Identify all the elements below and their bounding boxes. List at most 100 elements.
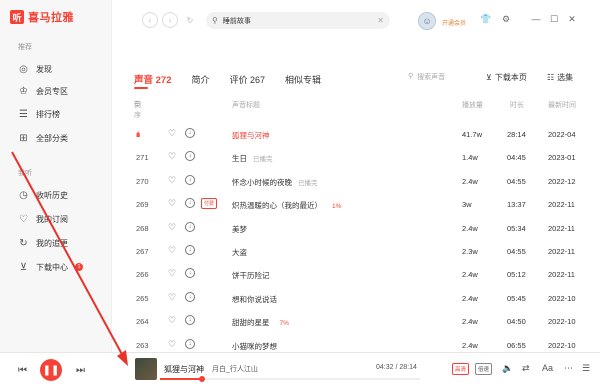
track-duration: 04:55 xyxy=(507,176,526,186)
track-title[interactable]: 小猫咪的梦想 xyxy=(232,341,277,352)
track-duration: 05:45 xyxy=(507,293,526,303)
track-title-text: 小猫咪的梦想 xyxy=(232,341,277,351)
tab-reviews[interactable]: 评价 267 xyxy=(230,73,266,86)
header-plays: 播放量 xyxy=(462,102,483,109)
download-icon[interactable]: ↓ xyxy=(185,268,195,279)
track-date: 2022-11 xyxy=(548,200,575,210)
track-plays: 1.4w xyxy=(462,153,478,163)
track-title-text: 狐狸与河神 xyxy=(232,131,270,140)
progress-knob[interactable] xyxy=(198,376,205,382)
table-row[interactable]: 264 ♡ ↓ 甜甜的星星 7% 2.4w 04:50 2022-10 xyxy=(0,311,600,333)
track-index: 267 xyxy=(136,247,149,256)
download-icon[interactable]: ↓ xyxy=(185,291,195,302)
track-title-text: 甜甜的星星 xyxy=(232,318,270,328)
search-icon: ⚲ xyxy=(408,73,414,80)
track-index: 263 xyxy=(136,340,149,350)
track-title[interactable]: 狐狸与河神 xyxy=(232,130,270,141)
tab-intro[interactable]: 简介 xyxy=(192,73,210,86)
sound-search[interactable]: ⚲ 搜索声音 xyxy=(408,72,445,82)
download-icon[interactable]: ↓ xyxy=(185,151,195,162)
track-title[interactable]: 炽热温暖的心（我的最近） 1% xyxy=(232,200,341,211)
download-page-button[interactable]: ⊻ 下载本页 xyxy=(486,72,527,83)
track-date: 2022-12 xyxy=(548,176,576,186)
back-button[interactable]: ‹ xyxy=(142,12,158,28)
settings-icon[interactable]: ⚙ xyxy=(500,14,512,25)
table-row[interactable]: ılı ♡ ↓ 狐狸与河神 41.7w 28:14 2022-04 xyxy=(0,124,600,146)
now-playing-album[interactable]: 月白_行人江山 xyxy=(212,364,258,374)
track-title[interactable]: 大盗 xyxy=(232,247,247,258)
like-icon[interactable]: ♡ xyxy=(168,315,176,326)
track-duration: 04:55 xyxy=(507,247,526,256)
like-icon[interactable]: ♡ xyxy=(168,268,176,279)
next-icon[interactable]: ⏭ xyxy=(76,365,85,376)
download-icon[interactable]: ↓ xyxy=(185,128,195,138)
track-title-text: 饼干历险记 xyxy=(232,271,270,281)
tshirt-icon[interactable]: 👕 xyxy=(480,14,492,25)
table-row[interactable]: 266 ♡ ↓ 饼干历险记 2.4w 05:12 2022-11 xyxy=(0,264,600,286)
volume-icon[interactable]: 🔈 xyxy=(502,363,513,374)
section-recommend-label: 推荐 xyxy=(18,44,32,51)
clear-icon[interactable]: ✕ xyxy=(377,16,384,25)
more-icon[interactable]: ⋯ xyxy=(564,363,573,374)
track-plays: 2.3w xyxy=(462,247,478,256)
like-icon[interactable]: ♡ xyxy=(168,128,176,139)
table-row[interactable]: 270 ♡ ↓ 怀念小时候的夜晚 已播完 2.4w 04:55 2022-12 xyxy=(0,171,600,193)
select-episodes-button[interactable]: ☷ 选集 xyxy=(547,72,573,83)
sidebar-item-discover[interactable]: ◎ 发现 xyxy=(18,62,52,76)
quality-tag[interactable]: 高清 xyxy=(452,363,470,375)
forward-button[interactable]: › xyxy=(162,12,178,28)
sidebar-item-vip[interactable]: ♔ 会员专区 xyxy=(18,84,68,98)
vip-link[interactable]: 开通会员 xyxy=(442,18,466,27)
refresh-button[interactable]: ↻ xyxy=(182,12,198,28)
track-duration: 04:45 xyxy=(507,153,526,163)
avatar[interactable]: ☺ xyxy=(418,12,436,30)
chevron-left-icon: ‹ xyxy=(148,15,152,25)
playmode-icon[interactable]: ⇄ xyxy=(522,363,530,374)
table-row[interactable]: 267 ♡ ↓ 大盗 2.3w 04:55 2022-11 xyxy=(0,241,600,263)
previous-icon[interactable]: ⏮ xyxy=(18,365,27,376)
table-row[interactable]: 269 ♡ ↓ 付费 炽热温暖的心（我的最近） 1% 3w 13:37 2022-… xyxy=(0,194,600,216)
like-icon[interactable]: ♡ xyxy=(168,339,176,350)
like-icon[interactable]: ♡ xyxy=(168,292,176,303)
track-title[interactable]: 美梦 xyxy=(232,224,247,235)
search-box[interactable]: ⚲ ✕ xyxy=(206,12,390,29)
now-playing-title[interactable]: 狐狸与河神 xyxy=(164,364,204,375)
tab-sounds[interactable]: 声音 272 xyxy=(134,72,172,86)
font-size-icon[interactable]: Aa xyxy=(542,363,553,373)
track-title[interactable]: 饼干历险记 xyxy=(232,270,270,281)
track-duration: 28:14 xyxy=(507,130,526,139)
download-page-label: 下载本页 xyxy=(494,73,527,82)
track-title[interactable]: 甜甜的星星 7% xyxy=(232,317,289,328)
pause-button[interactable]: ❚❚ xyxy=(40,359,62,381)
table-row[interactable]: 271 ♡ ↓ 生日 已播完 1.4w 04:45 2023-01 xyxy=(0,147,600,169)
like-icon[interactable]: ♡ xyxy=(168,222,176,233)
like-icon[interactable]: ♡ xyxy=(168,198,176,209)
download-icon[interactable]: ↓ xyxy=(185,174,195,185)
like-icon[interactable]: ♡ xyxy=(168,151,176,162)
download-icon[interactable]: ↓ xyxy=(185,315,195,326)
album-cover[interactable] xyxy=(135,358,157,380)
minimize-icon[interactable]: — xyxy=(530,14,542,24)
search-input[interactable] xyxy=(222,17,373,24)
table-row[interactable]: 268 ♡ ↓ 美梦 2.4w 05:34 2022-11 xyxy=(0,218,600,240)
playlist-icon[interactable]: ☰ xyxy=(582,363,590,374)
progress-bar[interactable] xyxy=(160,376,420,382)
track-index: 268 xyxy=(136,223,149,233)
tab-similar[interactable]: 相似专辑 xyxy=(285,73,321,86)
speed-tag[interactable]: 倍速 xyxy=(475,363,493,375)
track-title[interactable]: 生日 已播完 xyxy=(232,153,273,164)
track-title[interactable]: 想和你说说话 xyxy=(232,294,277,305)
app-logo[interactable]: 听 喜马拉雅 xyxy=(10,9,74,25)
track-index: 265 xyxy=(136,293,149,303)
download-icon[interactable]: ↓ xyxy=(185,221,195,232)
track-title[interactable]: 怀念小时候的夜晚 已播完 xyxy=(232,177,318,188)
download-icon[interactable]: ↓ xyxy=(185,198,195,209)
maximize-icon[interactable]: ☐ xyxy=(548,14,560,25)
download-icon[interactable]: ↓ xyxy=(185,338,195,349)
like-icon[interactable]: ♡ xyxy=(168,245,176,256)
like-icon[interactable]: ♡ xyxy=(168,175,176,186)
download-icon[interactable]: ↓ xyxy=(185,245,195,255)
track-duration: 13:37 xyxy=(507,200,526,210)
table-row[interactable]: 265 ♡ ↓ 想和你说说话 2.4w 05:45 2022-10 xyxy=(0,288,600,310)
close-icon[interactable]: ✕ xyxy=(566,14,578,25)
